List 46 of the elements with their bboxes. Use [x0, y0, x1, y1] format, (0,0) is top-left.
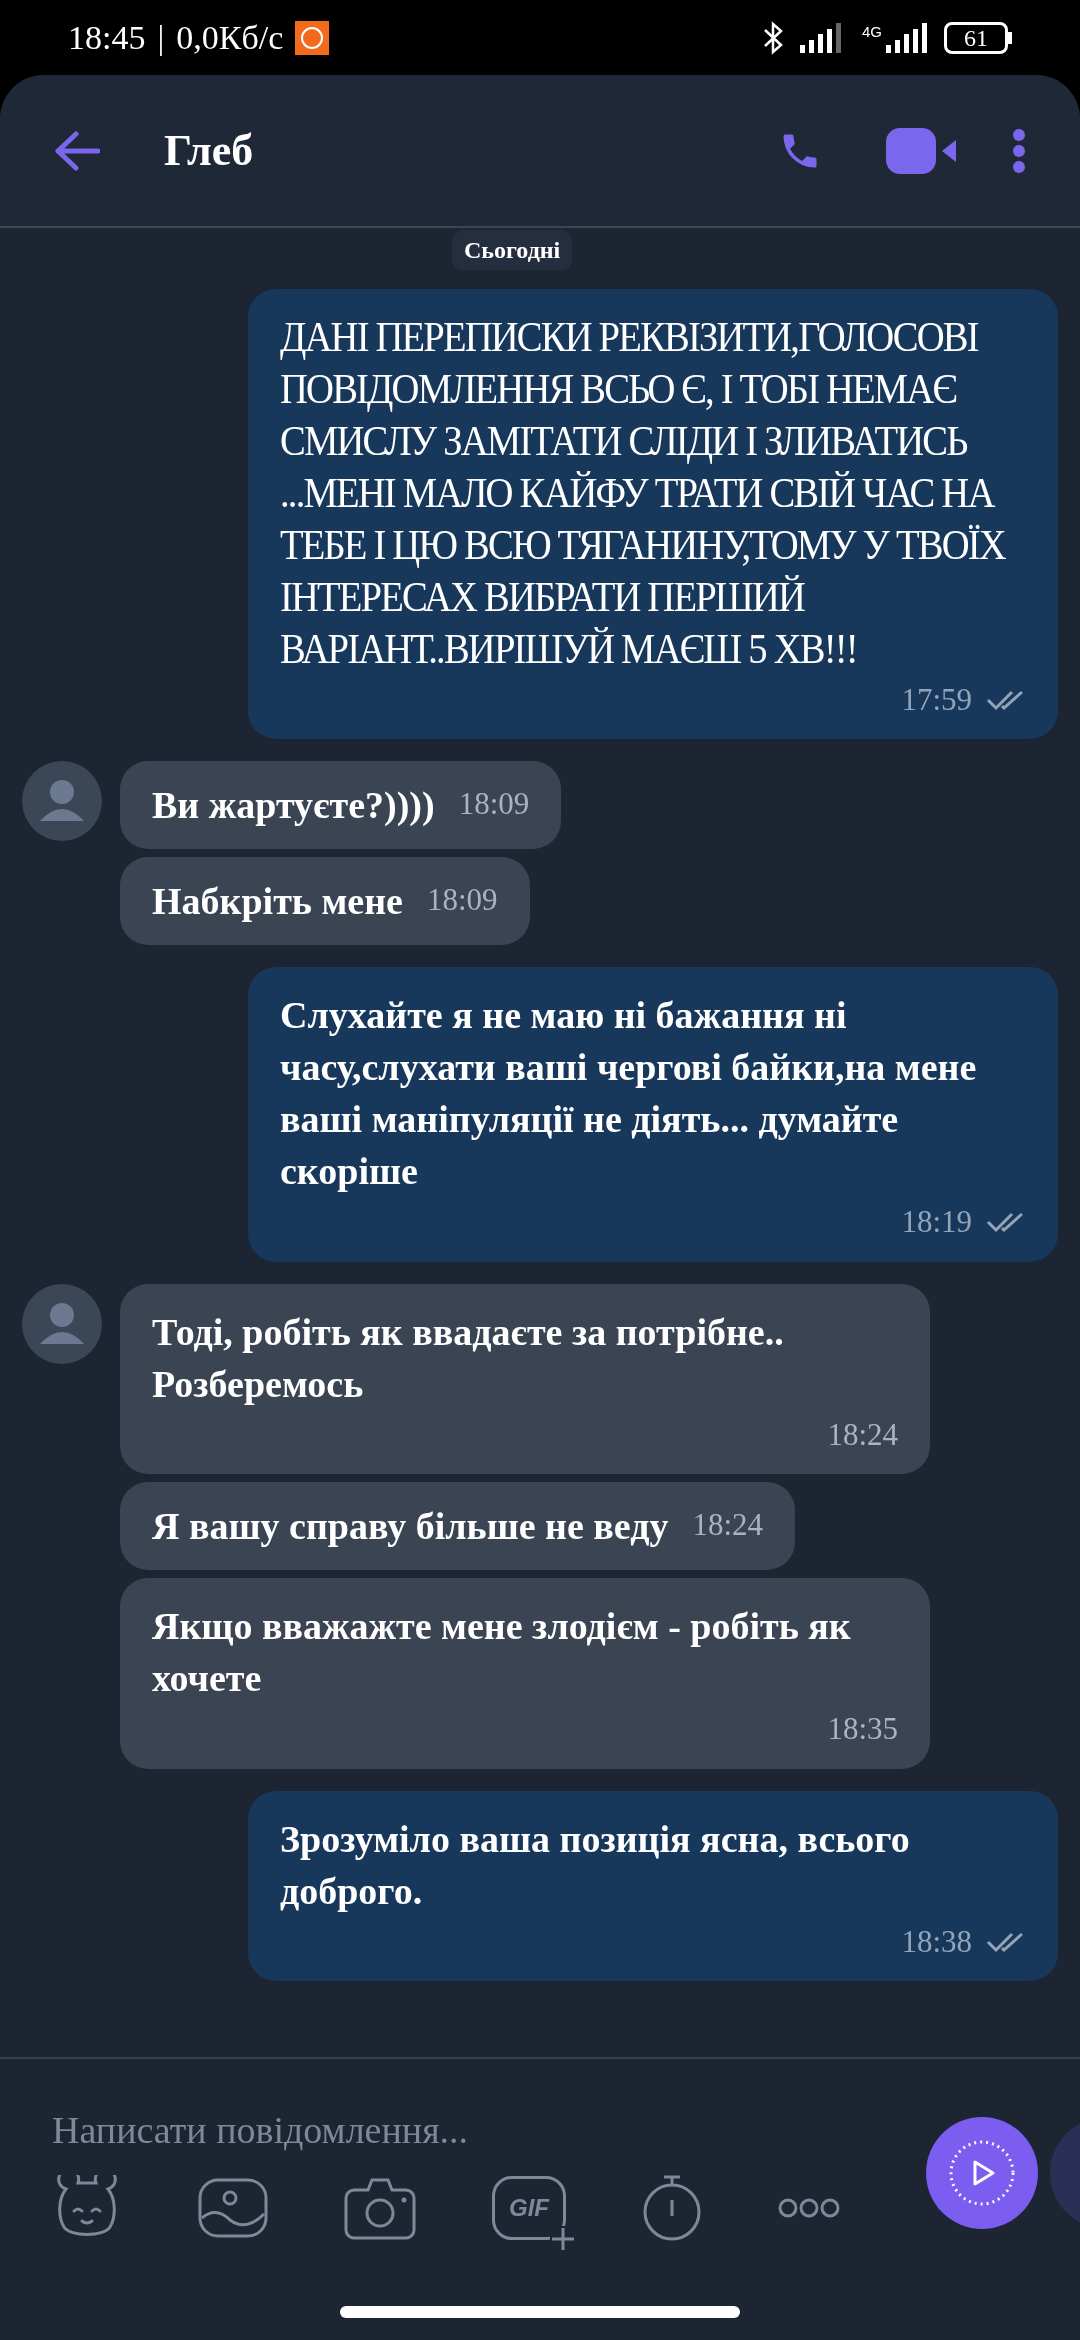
timer-button[interactable] — [642, 2174, 702, 2242]
network-speed: 0,0Кб/с — [176, 18, 284, 58]
signal-icon — [800, 22, 842, 53]
signal-icon — [886, 22, 928, 53]
date-badge: Сьогодні — [452, 230, 573, 270]
message-time: 18:35 — [827, 1710, 898, 1748]
message-time: 18:24 — [692, 1505, 764, 1544]
message-time: 17:59 — [901, 680, 972, 719]
message-bubble[interactable]: Якщо вважажте мене злодієм - робіть як хочете 18:35 — [120, 1578, 930, 1769]
more-options-button[interactable] — [1012, 127, 1026, 174]
status-time: 18:45 — [68, 18, 146, 58]
app-notification-icon — [295, 20, 330, 55]
avatar-icon[interactable] — [22, 1283, 102, 1364]
message-bubble[interactable]: Тоді, робіть як ввадаєте за потрібне.. Розберемось 18:24 — [120, 1283, 930, 1474]
message-bubble[interactable]: Зрозуміло ваша позиція ясна, всього доброго. 18:38 — [248, 1790, 1058, 1981]
message-text: Якщо вважажте мене злодієм - робіть як хочете — [152, 1604, 852, 1701]
message-time: 18:19 — [901, 1203, 972, 1241]
message-text: Я вашу справу більше не веду — [152, 1504, 669, 1549]
message-bubble[interactable]: Ви жартуєте?)))) 18:09 — [120, 761, 562, 849]
camera-button[interactable] — [344, 2176, 416, 2240]
message-input-field[interactable]: Написати повідомлення... — [52, 2095, 872, 2165]
video-call-button[interactable] — [886, 127, 958, 174]
network-type-label: 4G — [862, 23, 882, 39]
message-text: Слухайте я не маю ні бажання ні часу,слухати ваші чергові байки,на мене ваші маніпуляції не діять... думайте скоріше — [280, 993, 978, 1194]
message-time: 18:38 — [901, 1922, 972, 1961]
more-button[interactable] — [778, 2197, 840, 2219]
message-bubble[interactable]: Набкріть мене 18:09 — [120, 857, 530, 945]
message-bubble[interactable]: Слухайте я не маю ні бажання ні часу,слухати ваші чергові байки,на мене ваші маніпуляції не діять... думайте скоріше 18:19 — [248, 967, 1058, 1262]
message-time: 18:09 — [426, 880, 498, 919]
avatar-icon[interactable] — [22, 761, 102, 841]
message-time: 18:24 — [827, 1415, 898, 1454]
message-text: Набкріть мене — [152, 879, 403, 924]
message-time: 18:09 — [458, 784, 530, 823]
message-text: Тоді, робіть як ввадаєте за потрібне.. Розберемось — [152, 1309, 785, 1407]
bluetooth-icon — [762, 20, 784, 55]
play-icon — [947, 2138, 1017, 2208]
back-button[interactable] — [54, 130, 100, 171]
contact-name[interactable]: Глеб — [164, 117, 254, 184]
message-bubble[interactable] — [248, 288, 1058, 739]
status-separator: | — [157, 18, 165, 58]
message-bubble[interactable]: Я вашу справу більше не веду 18:24 — [120, 1482, 796, 1570]
message-text: ДАНІ ПЕРЕПИСКИ РЕКВІЗИТИ,ГОЛОСОВІ ПОВІДОМЛЕННЯ ВСЬО Є, І ТОБІ НЕМАЄ СМИСЛУ ЗАМІТАТИ СЛІДИ І ЗЛИВАТИСЬ ...МЕНІ МАЛО КАЙФУ ТРАТИ СВІЙ ЧАС НА ТЕБЕ І ЦЮ ВСЮ ТЯГАНИНУ,ТОМУ У ТВОЇХ ІНТЕРЕСАХ ВИБРАТИ ПЕРШИЙ ВАРІАНТ..ВИРІШУЙ МАЄШ 5 ХВ!!! — [280, 312, 1007, 674]
gallery-button[interactable] — [198, 2178, 268, 2238]
message-text: Ви жартуєте?)))) — [152, 783, 435, 828]
battery-level: 61 — [944, 21, 1008, 54]
message-text: Зрозуміло ваша позиція ясна, всього доброго. — [280, 1816, 911, 1914]
